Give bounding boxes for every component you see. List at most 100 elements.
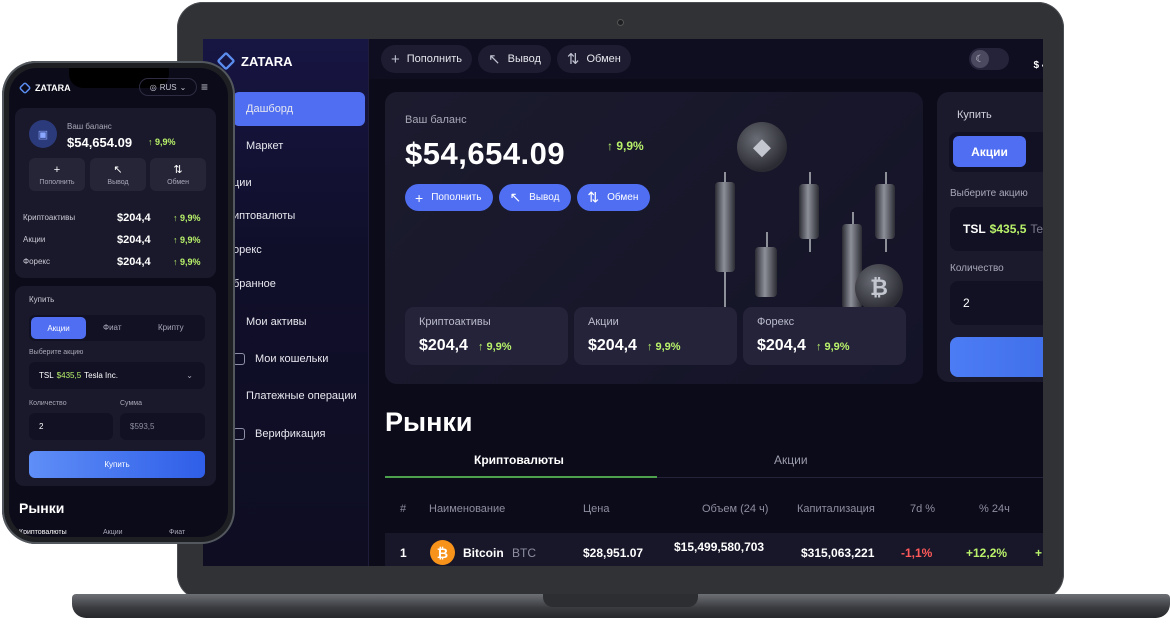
button-label: Вывод (529, 192, 560, 203)
asset-name: Акции (588, 316, 619, 328)
candlestick-illustration: ◆ ₿ (685, 112, 915, 312)
asset-change: ↑ 9,9% (173, 256, 201, 267)
sidebar-item-label: иптовалюты (233, 210, 296, 222)
exchange-button[interactable]: ⇅ Обмен (577, 184, 651, 211)
active-tab-indicator (385, 476, 657, 478)
tab-stocks[interactable]: Акции (953, 136, 1026, 167)
sidebar-item-label: ции (233, 177, 252, 189)
sidebar-item-label: Мои активы (246, 316, 307, 328)
column-header: Цена (583, 503, 610, 515)
mobile-asset-row[interactable]: Форекс $204,4 ↑ 9,9% (23, 255, 213, 268)
column-header: Наименование (429, 503, 506, 515)
deposit-button[interactable]: + Пополнить (405, 184, 494, 211)
device-mockup: ZATARA Дашборд Маркет ции иптовалюты оре… (0, 0, 1170, 640)
button-label: Пополнить (431, 192, 482, 203)
logo[interactable]: ZATARA (216, 51, 293, 71)
mobile-select-label: Выберите акцию (29, 349, 84, 356)
tab-crypto[interactable]: Криптовалюты (474, 453, 564, 467)
row-symbol: BTC (512, 546, 536, 560)
mobile-stock-select[interactable]: TSL $435,5 Tesla Inc. ⌄ (29, 362, 205, 389)
mobile-logo[interactable]: ZATARA (18, 81, 71, 95)
asset-value: $204,4 (117, 233, 151, 246)
buy-title: Купить (957, 109, 992, 121)
mobile-exchange-button[interactable]: ⇅ Обмен (150, 158, 206, 191)
mobile-sum-label: Сумма (120, 400, 142, 407)
tab-stocks[interactable]: Акции (774, 453, 808, 467)
asset-value: $204,4 (117, 211, 151, 224)
candle (755, 247, 777, 297)
mobile-withdraw-button[interactable]: ↖ Вывод (90, 158, 146, 191)
asset-change-value: 9,9% (180, 234, 201, 245)
asset-card-stocks[interactable]: Акции $204,4 ↑ 9,9% (574, 307, 737, 365)
desktop-app: ZATARA Дашборд Маркет ции иптовалюты оре… (203, 39, 1043, 566)
mobile-tab-stocks[interactable]: Акции (31, 317, 86, 339)
arrow-up-left-icon: ↖ (509, 189, 522, 205)
asset-change: ↑ 9,9% (173, 212, 201, 223)
mobile-quantity-input[interactable]: 2 (29, 413, 113, 440)
asset-change: ↑ 9,9% (647, 341, 681, 353)
mobile-sum-field: $593,5 (120, 413, 205, 440)
topbar-deposit-button[interactable]: + Пополнить (381, 45, 473, 73)
asset-card-forex[interactable]: Форекс $204,4 ↑ 9,9% (743, 307, 906, 365)
candle (799, 184, 819, 239)
mobile-asset-row[interactable]: Акции $204,4 ↑ 9,9% (23, 233, 213, 246)
stock-select[interactable]: TSL $435,5 Te (950, 207, 1043, 251)
row-rank: 1 (400, 546, 407, 560)
asset-name: Форекс (757, 316, 795, 328)
swap-icon: ⇅ (173, 164, 183, 176)
buy-button[interactable] (950, 337, 1043, 377)
asset-value: $204,4 (419, 337, 468, 354)
camera-icon (617, 19, 624, 26)
theme-toggle[interactable]: ☾ (969, 48, 1009, 70)
withdraw-button[interactable]: ↖ Вывод (499, 184, 572, 211)
brand-name: ZATARA (35, 83, 71, 93)
column-header: Капитализация (797, 503, 875, 515)
asset-card-crypto[interactable]: Криптоактивы $204,4 ↑ 9,9% (405, 307, 568, 365)
asset-value: $204,4 (117, 255, 151, 268)
mobile-buy-button[interactable]: Купить (29, 451, 205, 478)
stock-ticker: TSL (39, 371, 54, 380)
buy-card: Купить Акции Выберите акцию TSL $435,5 Te … (937, 92, 1043, 382)
column-header: 7d % (910, 503, 936, 515)
chevron-down-icon: ⌄ (186, 371, 193, 380)
sidebar-item-dashboard[interactable]: Дашборд (233, 92, 365, 126)
plus-icon: + (415, 189, 424, 206)
asset-cards: Криптоактивы $204,4 ↑ 9,9% Акции $204,4 ↑ … (405, 307, 906, 365)
topbar-exchange-button[interactable]: ⇅ Обмен (556, 45, 631, 73)
row-7d: -1,1% (901, 546, 933, 560)
stock-price: $435,5 (56, 371, 82, 380)
balance-change: ↑ 9,9% (607, 139, 644, 153)
stock-ticker: TSL (963, 222, 986, 236)
mobile-tab-crypto[interactable]: Крипту (158, 323, 184, 332)
asset-change-value: 9,9% (655, 341, 681, 353)
mobile-deposit-button[interactable]: + Пополнить (29, 158, 85, 191)
mobile-buy-card: Купить Акции Фиат Крипту Выберите акцию … (15, 286, 216, 486)
mobile-balance-value: $54,654.09 (67, 135, 133, 150)
bitcoin-icon: ₿ (430, 540, 455, 565)
mobile-asset-row[interactable]: Криптоактивы $204,4 ↑ 9,9% (23, 211, 213, 224)
language-select[interactable]: ◎ RUS ⌄ (139, 78, 197, 96)
balance-value: $54,654.09 (405, 136, 566, 171)
balance-label: Ваш баланс (405, 114, 467, 126)
mobile-tab-stocks-markets[interactable]: Акции (103, 529, 123, 536)
balance-card: Ваш баланс $54,654.09 ↑ 9,9% + Пополнить … (385, 92, 923, 384)
sidebar-item-label: Платежные операции (246, 390, 357, 402)
arrow-up-left-icon: ↖ (488, 51, 501, 68)
mobile-tab-fiat-markets[interactable]: Фиат (169, 529, 185, 536)
quantity-input[interactable]: 2 (950, 281, 1043, 325)
asset-change: ↑ 9,9% (478, 341, 512, 353)
row-volume: $15,499,580,703 (674, 540, 765, 554)
menu-icon[interactable]: ≡ (201, 80, 208, 94)
moon-icon: ☾ (971, 50, 989, 68)
asset-value: $204,4 (757, 337, 806, 354)
arrow-up-icon: ↑ (607, 139, 617, 153)
mobile-tab-crypto-markets[interactable]: Криптовалюты (19, 529, 67, 536)
chevron-down-icon: ⌄ (179, 82, 187, 92)
arrow-up-icon: ↑ (646, 341, 656, 353)
mobile-app: ZATARA ◎ RUS ⌄ ≡ ▣ Ваш баланс $54,654.09 ↑… (9, 68, 228, 537)
laptop-notch (543, 594, 698, 607)
mobile-tab-fiat[interactable]: Фиат (103, 323, 122, 332)
table-row[interactable]: 1 ₿ Bitcoin BTC $28,951.07 $15,499,580,7… (385, 533, 1043, 566)
plus-icon: + (53, 163, 61, 176)
topbar-withdraw-button[interactable]: ↖ Вывод (478, 45, 551, 73)
